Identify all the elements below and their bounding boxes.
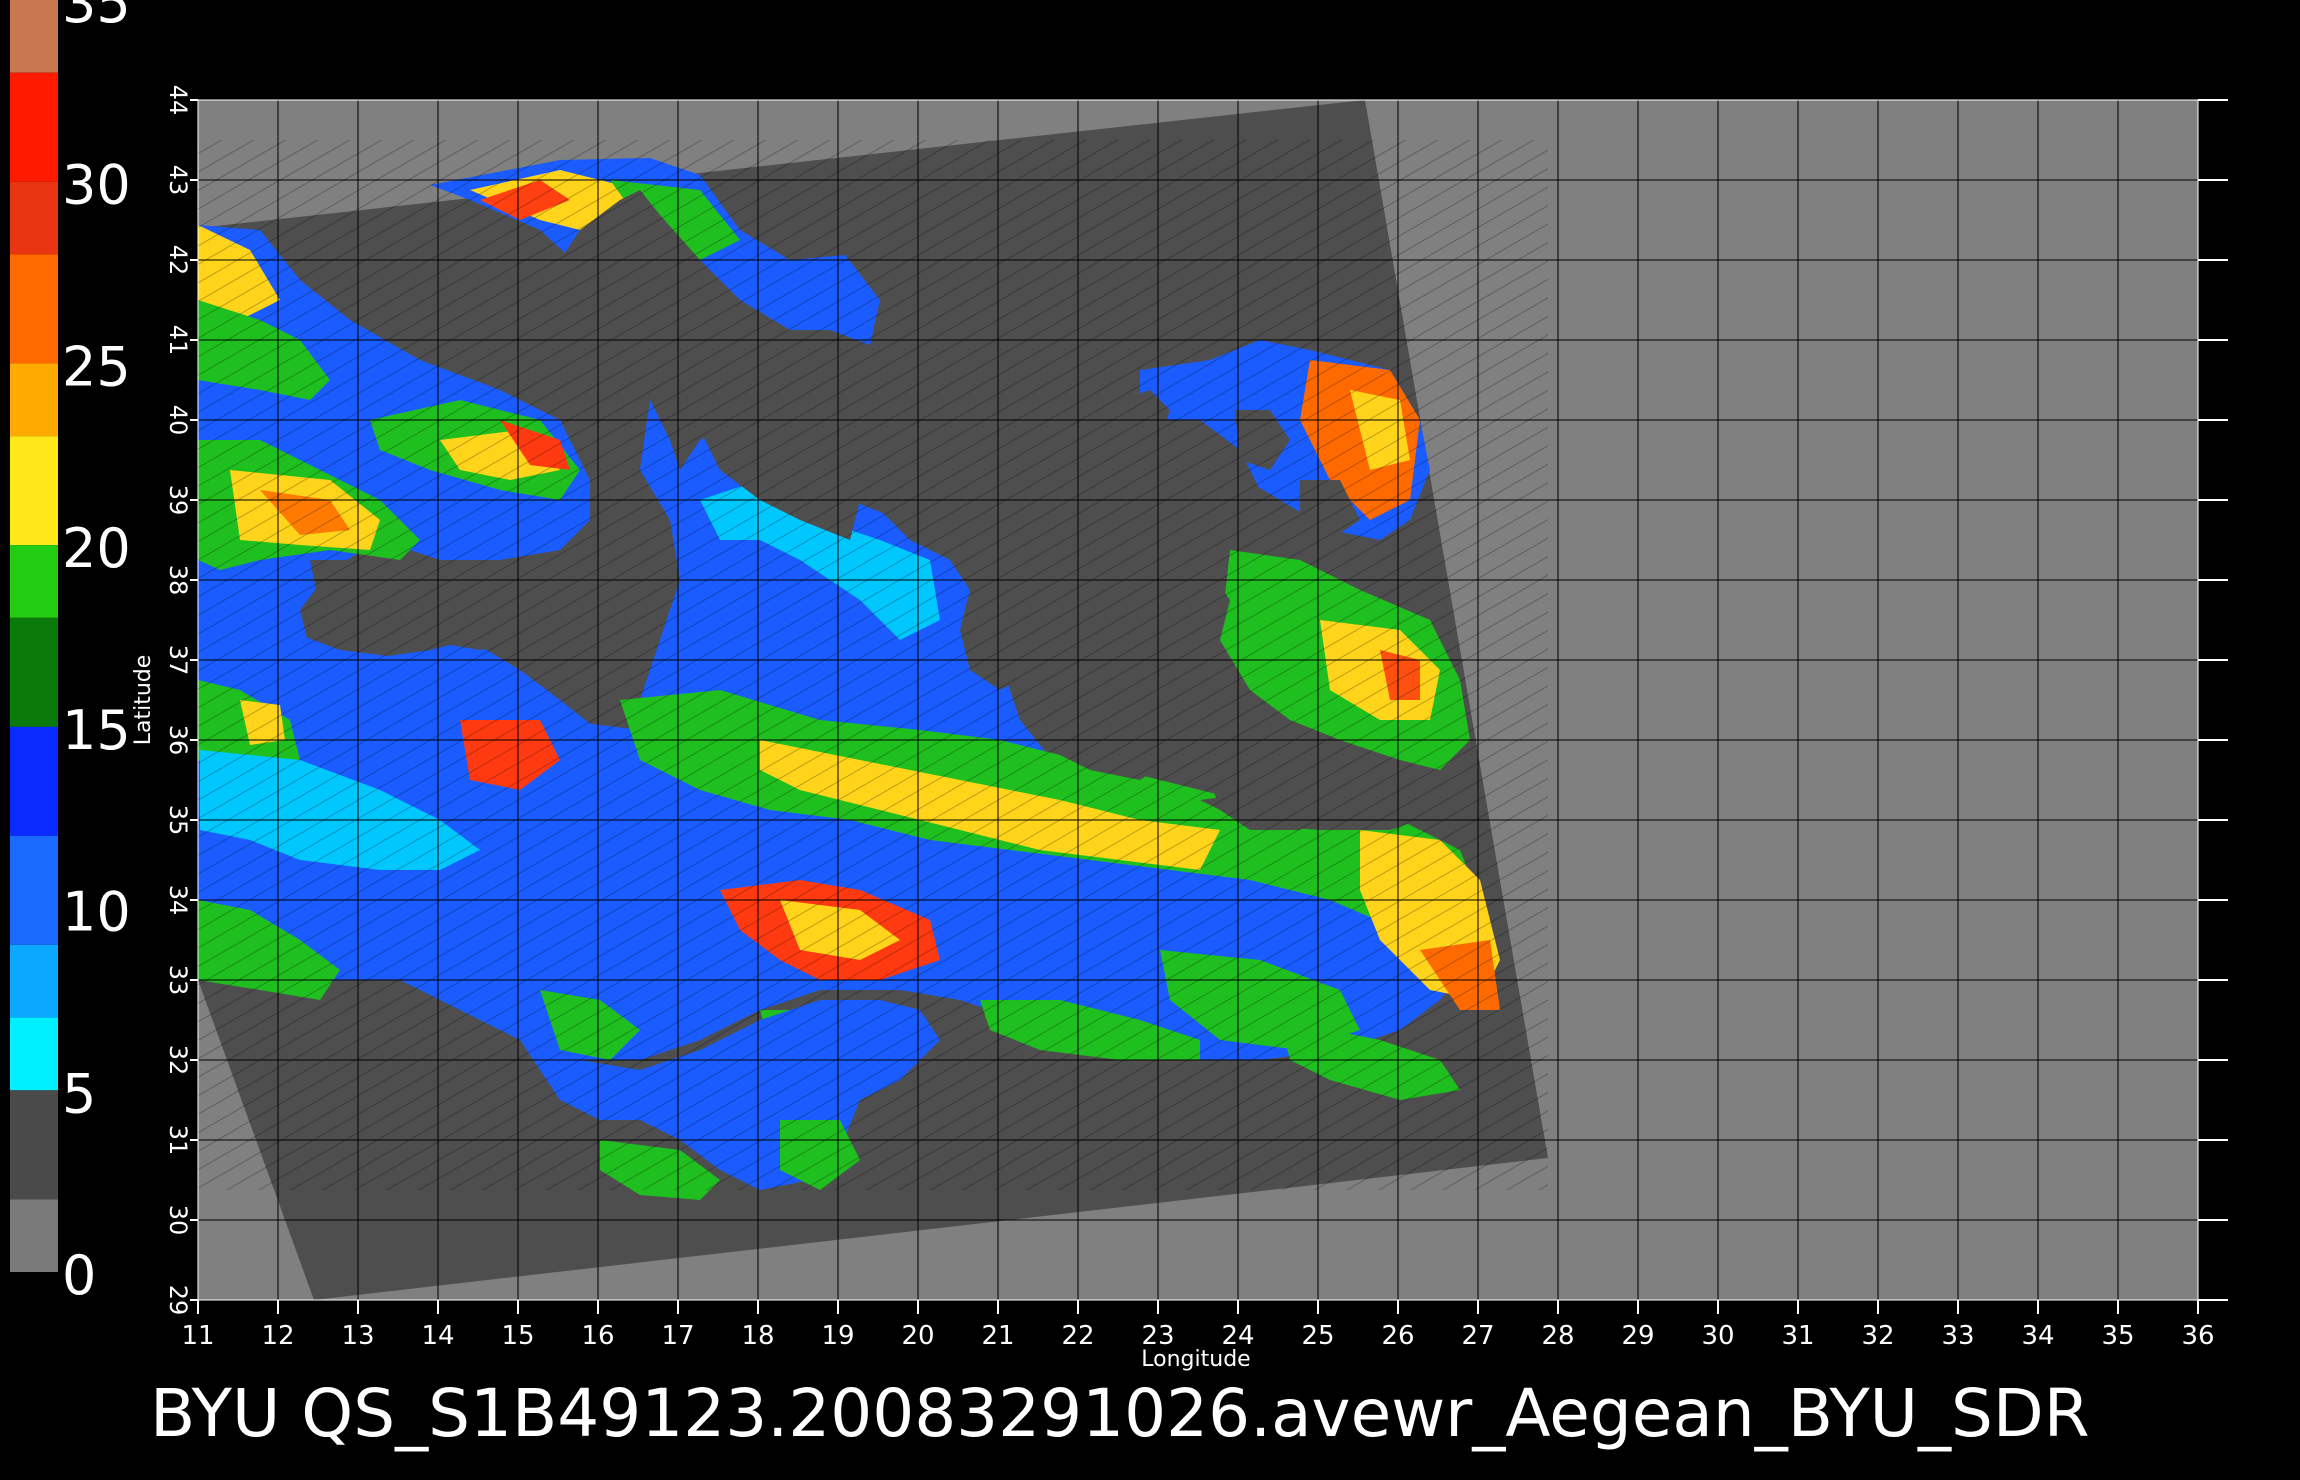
longitude-ticks: 11 12 13 14 15 16 17 18 19 20 21 22 23 24 25 26 27 28 29 30… bbox=[181, 1300, 2215, 1351]
y-tick-label: 33 bbox=[164, 965, 192, 996]
x-tick-label: 13 bbox=[341, 1321, 374, 1351]
colorbar-label: 0 bbox=[62, 1244, 96, 1307]
x-tick-label: 15 bbox=[501, 1321, 534, 1351]
x-tick-label: 11 bbox=[181, 1321, 214, 1351]
colorbar-segment bbox=[10, 726, 58, 836]
colorbar-label: 20 bbox=[62, 517, 131, 580]
x-tick-label: 25 bbox=[1301, 1321, 1334, 1351]
y-tick-label: 37 bbox=[164, 645, 192, 676]
colorbar-label: 30 bbox=[62, 154, 131, 217]
y-tick-label: 40 bbox=[164, 405, 192, 436]
colorbar-segment bbox=[10, 617, 58, 727]
x-tick-label: 28 bbox=[1541, 1321, 1574, 1351]
y-tick-label: 32 bbox=[164, 1045, 192, 1076]
colorbar-segment bbox=[10, 1017, 58, 1091]
y-tick-label: 38 bbox=[164, 565, 192, 596]
colorbar-segment bbox=[10, 545, 58, 618]
x-tick-label: 33 bbox=[1941, 1321, 1974, 1351]
x-tick-label: 29 bbox=[1621, 1321, 1654, 1351]
y-tick-label: 42 bbox=[164, 245, 192, 276]
colorbar-label: 25 bbox=[62, 335, 131, 398]
colorbar-segment bbox=[10, 436, 58, 546]
x-tick-label: 19 bbox=[821, 1321, 854, 1351]
x-tick-label: 31 bbox=[1781, 1321, 1814, 1351]
colorbar-segment bbox=[10, 944, 58, 1018]
x-tick-label: 22 bbox=[1061, 1321, 1094, 1351]
x-tick-label: 35 bbox=[2101, 1321, 2134, 1351]
y-tick-label: 43 bbox=[164, 165, 192, 196]
colorbar-segment bbox=[10, 1090, 58, 1200]
y-tick-label: 29 bbox=[164, 1285, 192, 1316]
x-tick-label: 16 bbox=[581, 1321, 614, 1351]
y-tick-label: 34 bbox=[164, 885, 192, 916]
map-panel bbox=[198, 100, 2198, 1300]
y-tick-label: 41 bbox=[164, 325, 192, 356]
colorbar-label: 35 bbox=[62, 0, 131, 35]
x-tick-label: 30 bbox=[1701, 1321, 1734, 1351]
y-tick-label: 36 bbox=[164, 725, 192, 756]
y-tick-label: 30 bbox=[164, 1205, 192, 1236]
x-tick-label: 14 bbox=[421, 1321, 454, 1351]
y-tick-label: 31 bbox=[164, 1125, 192, 1156]
wind-barbs-overlay bbox=[198, 140, 1548, 1190]
x-tick-label: 36 bbox=[2181, 1321, 2214, 1351]
image-title: BYU QS_S1B49123.20083291026.avewr_Aegean… bbox=[150, 1375, 2090, 1452]
colorbar-label: 15 bbox=[62, 699, 131, 762]
y-tick-label: 44 bbox=[164, 85, 192, 116]
x-tick-label: 26 bbox=[1381, 1321, 1414, 1351]
x-tick-label: 18 bbox=[741, 1321, 774, 1351]
colorbar-label: 10 bbox=[62, 881, 131, 944]
colorbar-segment bbox=[10, 363, 58, 437]
colorbar-segment bbox=[10, 835, 58, 945]
colorbar-segment bbox=[10, 0, 58, 73]
x-tick-label: 21 bbox=[981, 1321, 1014, 1351]
wind-speed-colorbar: 35 30 25 20 15 10 5 0 bbox=[10, 0, 131, 1307]
colorbar-segment bbox=[10, 181, 58, 255]
x-tick-label: 32 bbox=[1861, 1321, 1894, 1351]
x-tick-label: 34 bbox=[2021, 1321, 2054, 1351]
y-axis-label: Latitude bbox=[131, 655, 156, 746]
x-tick-label: 12 bbox=[261, 1321, 294, 1351]
colorbar-label: 5 bbox=[62, 1062, 96, 1125]
x-tick-label: 17 bbox=[661, 1321, 694, 1351]
colorbar-segment bbox=[10, 1199, 58, 1272]
x-axis-label: Longitude bbox=[1141, 1347, 1250, 1372]
y-tick-label: 39 bbox=[164, 485, 192, 516]
x-tick-label: 20 bbox=[901, 1321, 934, 1351]
colorbar-segment bbox=[10, 254, 58, 364]
colorbar-segment bbox=[10, 72, 58, 182]
y-tick-label: 35 bbox=[164, 805, 192, 836]
wind-speed-map: 35 30 25 20 15 10 5 0 11 12 13 14 15 16 17 18 1… bbox=[10, 0, 2228, 1452]
x-tick-label: 27 bbox=[1461, 1321, 1494, 1351]
